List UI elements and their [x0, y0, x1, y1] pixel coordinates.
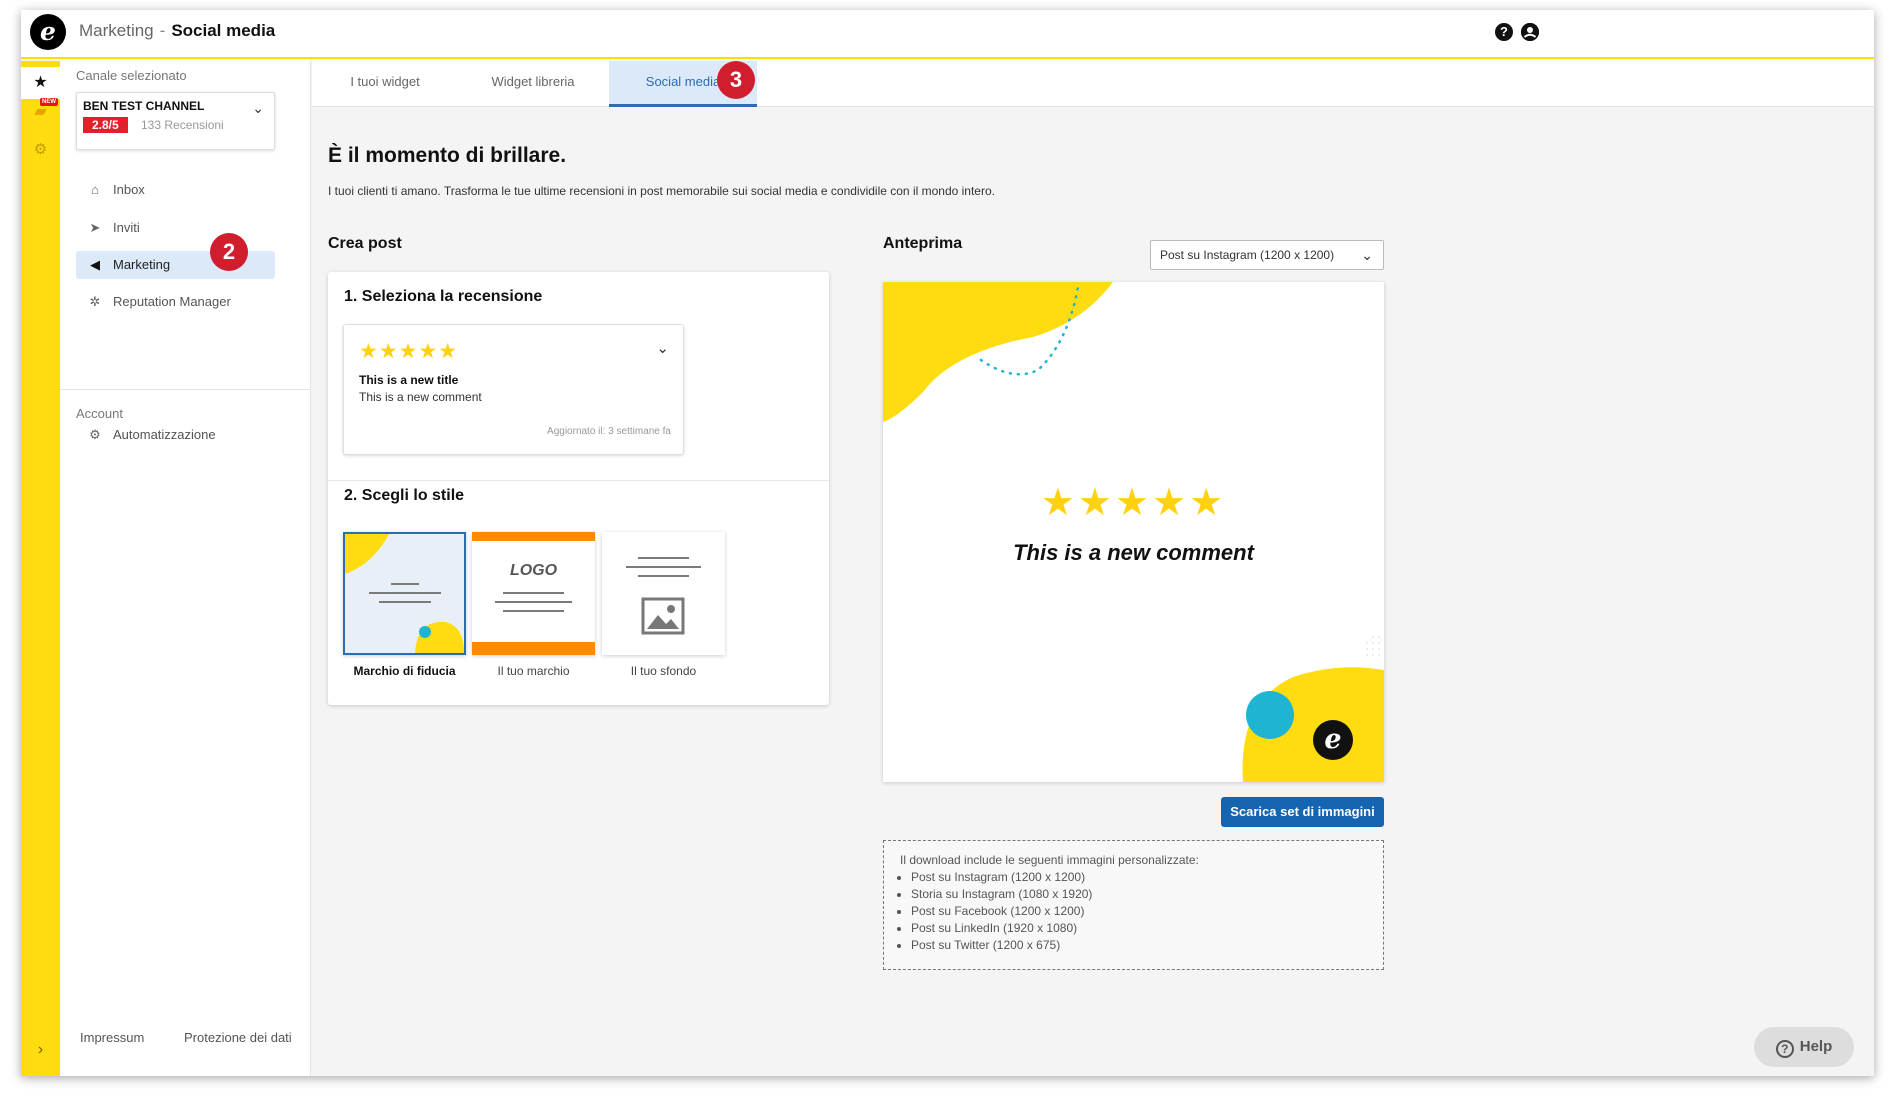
app-rail: ★ ▰ NEW ⚙ ›	[21, 61, 60, 1076]
tab-i-tuoi-widget[interactable]: I tuoi widget	[338, 61, 432, 107]
preview-stars: ★★★★★	[1040, 482, 1227, 524]
review-title: This is a new title	[359, 373, 459, 387]
step-badge-2: 2	[210, 233, 248, 271]
tab-widget-libreria[interactable]: Widget libreria	[472, 61, 594, 107]
channel-score-badge: 2.8/5	[83, 117, 128, 133]
style-label: Il tuo marchio	[497, 664, 570, 678]
brand-bottom-bar	[472, 642, 595, 655]
brand-top-bar	[472, 532, 595, 541]
sidebar-item-inbox[interactable]: ⌂ Inbox	[76, 176, 275, 204]
preview-format-value: Post su Instagram (1200 x 1200)	[1160, 248, 1335, 262]
style-label: Marchio di fiducia	[353, 664, 456, 678]
style-label: Il tuo sfondo	[630, 664, 697, 678]
style-option-il-tuo-sfondo[interactable]	[602, 532, 725, 655]
account-caption: Account	[76, 406, 123, 421]
card-divider	[328, 480, 829, 481]
new-badge: NEW	[40, 98, 58, 106]
privacy-link[interactable]: Protezione dei dati	[184, 1030, 292, 1045]
sidebar-item-label: Inbox	[113, 182, 145, 197]
help-button[interactable]: ? Help	[1754, 1027, 1854, 1067]
star-icon[interactable]: ★	[21, 67, 60, 99]
download-info-title: Il download include le seguenti immagini…	[900, 853, 1199, 867]
preview-format-select[interactable]: Post su Instagram (1200 x 1200) ⌄	[1150, 240, 1384, 270]
create-post-card: 1. Seleziona la recensione ★★★★★ This is…	[328, 272, 829, 705]
sidebar-item-label: Marketing	[113, 257, 171, 272]
channel-name: BEN TEST CHANNEL	[83, 99, 205, 113]
text-line	[503, 610, 564, 612]
download-items-list: Post su Instagram (1200 x 1200) Storia s…	[911, 869, 1367, 954]
sidebar-item-label: Inviti	[113, 220, 140, 235]
send-icon: ➤	[89, 220, 101, 235]
step2-title: 2. Scegli lo stile	[344, 487, 465, 504]
style-option-marchio-di-fiducia[interactable]	[343, 532, 466, 655]
page-title: È il momento di brillare.	[328, 144, 567, 167]
sidebar-item-reputation-manager[interactable]: ✲ Reputation Manager	[76, 288, 275, 316]
post-preview: ★★★★★ This is a new comment e	[883, 282, 1384, 782]
text-line	[626, 566, 701, 568]
impressum-link[interactable]: Impressum	[80, 1030, 144, 1045]
list-item: Post su Facebook (1200 x 1200)	[911, 903, 1367, 920]
step1-title: 1. Seleziona la recensione	[344, 288, 543, 305]
text-line	[638, 557, 689, 559]
review-updated: Aggiornato il: 3 settimane fa	[547, 426, 671, 437]
list-item: Storia su Instagram (1080 x 1920)	[911, 886, 1367, 903]
download-info-box: Il download include le seguenti immagini…	[883, 840, 1384, 970]
breadcrumb-separator: -	[159, 21, 166, 40]
list-item: Post su Twitter (1200 x 675)	[911, 937, 1367, 954]
inbox-icon: ⌂	[91, 182, 99, 197]
style-option-il-tuo-marchio[interactable]: LOGO	[472, 532, 595, 655]
sidebar-item-label: Automatizzazione	[113, 427, 216, 442]
preview-title: Anteprima	[883, 235, 963, 252]
preview-logo: e	[1313, 720, 1353, 760]
image-placeholder-icon	[641, 597, 685, 635]
channel-reviews: 133 Recensioni	[141, 118, 224, 132]
breadcrumb-parent[interactable]: Marketing	[79, 21, 154, 40]
text-line	[503, 592, 564, 594]
sidebar-divider	[60, 389, 310, 390]
help-circle-icon: ?	[1775, 1040, 1794, 1058]
sidebar: Canale selezionato BEN TEST CHANNEL 2.8/…	[60, 61, 311, 1076]
review-comment: This is a new comment	[359, 390, 482, 404]
chevron-down-icon: ⌄	[1361, 247, 1373, 263]
automation-icon: ⚙	[89, 427, 101, 442]
breadcrumb: Marketing - Social media	[79, 21, 275, 41]
breadcrumb-current: Social media	[171, 21, 276, 40]
create-post-title: Crea post	[328, 235, 402, 252]
megaphone-icon: ◀	[90, 257, 100, 272]
sidebar-item-automatizzazione[interactable]: ⚙ Automatizzazione	[76, 421, 275, 449]
gear-icon[interactable]: ⚙	[21, 134, 60, 166]
page-subtitle: I tuoi clienti ti amano. Trasforma le tu…	[328, 184, 995, 198]
trust-style-art-icon	[345, 534, 464, 653]
app-window: e Marketing - Social media ? ★ ▰ NEW ⚙ › Ca…	[21, 10, 1874, 1076]
trusted-logo[interactable]: e	[30, 14, 66, 50]
review-stars: ★★★★★	[359, 340, 459, 363]
chevron-down-icon: ⌄	[656, 340, 669, 357]
user-icon[interactable]	[1521, 23, 1539, 41]
review-selector[interactable]: ★★★★★ This is a new title This is a new …	[343, 324, 684, 455]
channel-caption: Canale selezionato	[76, 68, 187, 83]
new-feature-icon[interactable]: ▰ NEW	[21, 96, 60, 128]
text-line	[495, 601, 572, 603]
preview-decoration-icon	[883, 282, 1384, 782]
sidebar-item-inviti[interactable]: ➤ Inviti	[76, 214, 275, 242]
text-line	[638, 575, 689, 577]
channel-selector[interactable]: BEN TEST CHANNEL 2.8/5 133 Recensioni ⌄	[76, 92, 275, 150]
tab-bar: I tuoi widget Widget libreria Social med…	[312, 61, 1874, 107]
expand-rail-icon[interactable]: ›	[21, 1041, 60, 1059]
sparkle-icon: ✲	[89, 294, 101, 309]
top-bar: e Marketing - Social media ?	[21, 10, 1874, 59]
sidebar-item-label: Reputation Manager	[113, 294, 231, 309]
list-item: Post su LinkedIn (1920 x 1080)	[911, 920, 1367, 937]
download-images-button[interactable]: Scarica set di immagini	[1221, 797, 1384, 827]
list-item: Post su Instagram (1200 x 1200)	[911, 869, 1367, 886]
step-badge-3: 3	[717, 61, 755, 99]
chevron-down-icon: ⌄	[252, 100, 264, 116]
help-label: Help	[1799, 1038, 1833, 1055]
logo-placeholder: LOGO	[509, 562, 558, 579]
help-circle-icon[interactable]: ?	[1495, 23, 1513, 41]
preview-comment: This is a new comment	[1013, 540, 1254, 565]
